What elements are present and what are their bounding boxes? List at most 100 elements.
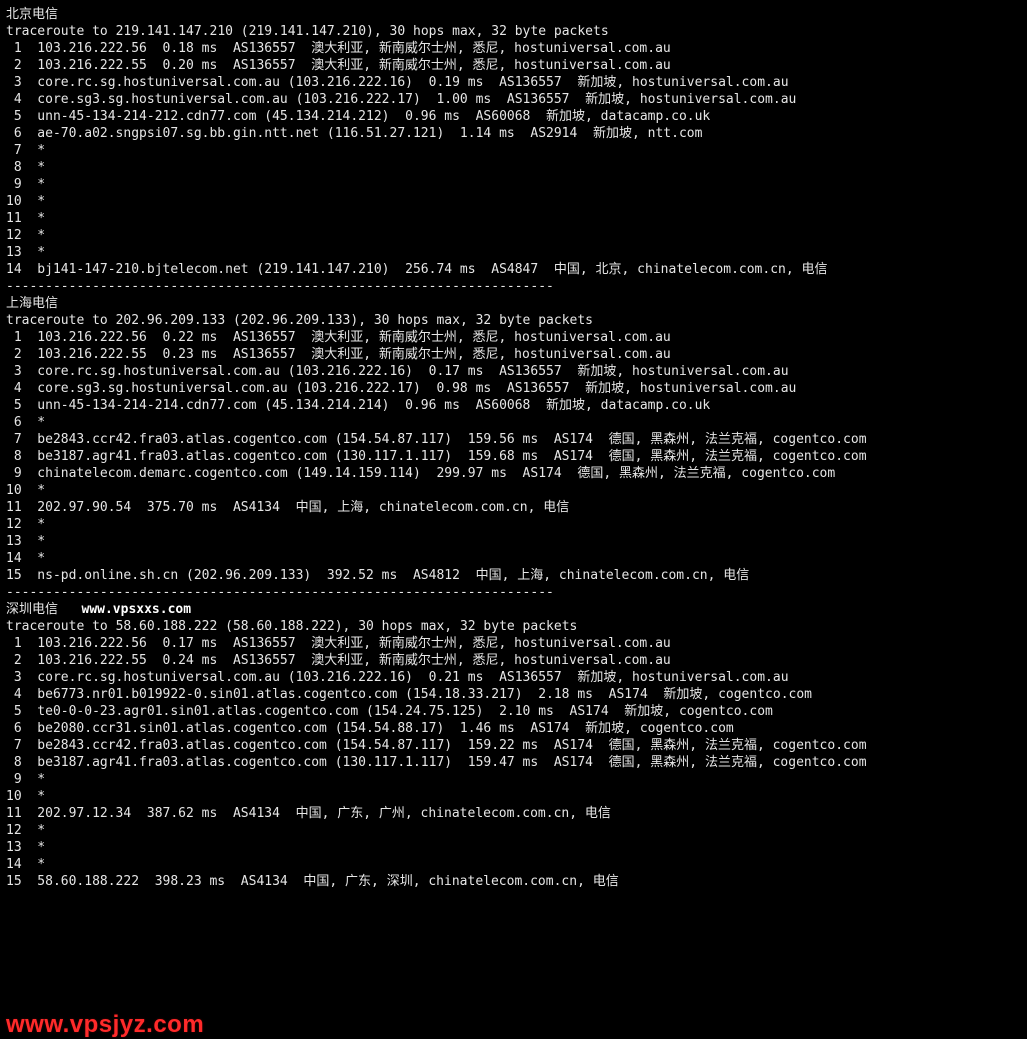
trace-hop: 9 chinatelecom.demarc.cogentco.com (149.… [6, 465, 1021, 482]
hop-body: 202.97.90.54 375.70 ms AS4134 中国, 上海, ch… [22, 500, 570, 515]
trace-hop: 11 * [6, 210, 1021, 227]
hop-body: chinatelecom.demarc.cogentco.com (149.14… [22, 466, 836, 481]
hop-body: be2843.ccr42.fra03.atlas.cogentco.com (1… [22, 738, 867, 753]
hop-number: 12 [6, 227, 22, 244]
hop-number: 5 [6, 703, 22, 720]
hop-number: 4 [6, 380, 22, 397]
hop-body: be6773.nr01.b019922-0.sin01.atlas.cogent… [22, 687, 812, 702]
hop-number: 11 [6, 499, 22, 516]
trace-hop: 7 be2843.ccr42.fra03.atlas.cogentco.com … [6, 737, 1021, 754]
hop-body: te0-0-0-23.agr01.sin01.atlas.cogentco.co… [22, 704, 773, 719]
trace-hop: 1 103.216.222.56 0.17 ms AS136557 澳大利亚, … [6, 635, 1021, 652]
trace-title: 深圳电信 www.vpsxxs.com [6, 601, 1021, 618]
trace-hop: 1 103.216.222.56 0.18 ms AS136557 澳大利亚, … [6, 40, 1021, 57]
hop-number: 10 [6, 482, 22, 499]
trace-hop: 12 * [6, 227, 1021, 244]
hop-body: 103.216.222.55 0.20 ms AS136557 澳大利亚, 新南… [22, 58, 671, 73]
hop-number: 11 [6, 805, 22, 822]
hop-body: 103.216.222.56 0.17 ms AS136557 澳大利亚, 新南… [22, 636, 671, 651]
hop-body: * [22, 534, 45, 549]
trace-hop: 9 * [6, 176, 1021, 193]
hop-number: 15 [6, 567, 22, 584]
hop-number: 14 [6, 550, 22, 567]
hop-number: 14 [6, 261, 22, 278]
hop-body: * [22, 194, 45, 209]
hop-body: * [22, 517, 45, 532]
trace-hop: 4 be6773.nr01.b019922-0.sin01.atlas.coge… [6, 686, 1021, 703]
hop-body: be2080.ccr31.sin01.atlas.cogentco.com (1… [22, 721, 734, 736]
hop-number: 7 [6, 142, 22, 159]
trace-hop: 1 103.216.222.56 0.22 ms AS136557 澳大利亚, … [6, 329, 1021, 346]
trace-hop: 8 * [6, 159, 1021, 176]
hop-body: * [22, 823, 45, 838]
trace-hop: 4 core.sg3.sg.hostuniversal.com.au (103.… [6, 380, 1021, 397]
trace-hop: 12 * [6, 822, 1021, 839]
hop-body: 103.216.222.55 0.24 ms AS136557 澳大利亚, 新南… [22, 653, 671, 668]
trace-hop: 5 unn-45-134-214-212.cdn77.com (45.134.2… [6, 108, 1021, 125]
hop-number: 8 [6, 448, 22, 465]
hop-number: 8 [6, 159, 22, 176]
trace-hop: 5 unn-45-134-214-214.cdn77.com (45.134.2… [6, 397, 1021, 414]
hop-number: 1 [6, 635, 22, 652]
trace-hop: 15 58.60.188.222 398.23 ms AS4134 中国, 广东… [6, 873, 1021, 890]
trace-hop: 7 be2843.ccr42.fra03.atlas.cogentco.com … [6, 431, 1021, 448]
trace-hop: 12 * [6, 516, 1021, 533]
trace-header: traceroute to 219.141.147.210 (219.141.1… [6, 23, 1021, 40]
hop-number: 10 [6, 193, 22, 210]
hop-number: 5 [6, 397, 22, 414]
trace-title-text: 上海电信 [6, 296, 58, 311]
hop-number: 6 [6, 125, 22, 142]
hop-body: ns-pd.online.sh.cn (202.96.209.133) 392.… [22, 568, 750, 583]
hop-body: core.rc.sg.hostuniversal.com.au (103.216… [22, 364, 789, 379]
hop-number: 2 [6, 652, 22, 669]
hop-body: * [22, 143, 45, 158]
hop-number: 10 [6, 788, 22, 805]
hop-number: 2 [6, 57, 22, 74]
hop-body: * [22, 772, 45, 787]
trace-hop: 14 bj141-147-210.bjtelecom.net (219.141.… [6, 261, 1021, 278]
hop-body: core.rc.sg.hostuniversal.com.au (103.216… [22, 75, 789, 90]
separator-line: ----------------------------------------… [6, 278, 1021, 295]
hop-number: 8 [6, 754, 22, 771]
watermark-overlay: www.vpsjyz.com [6, 1016, 204, 1033]
hop-body: ae-70.a02.sngpsi07.sg.bb.gin.ntt.net (11… [22, 126, 703, 141]
hop-body: * [22, 840, 45, 855]
hop-body: 103.216.222.56 0.18 ms AS136557 澳大利亚, 新南… [22, 41, 671, 56]
hop-number: 3 [6, 669, 22, 686]
hop-body: * [22, 177, 45, 192]
hop-number: 3 [6, 74, 22, 91]
hop-number: 5 [6, 108, 22, 125]
hop-number: 7 [6, 737, 22, 754]
trace-title: 北京电信 [6, 6, 1021, 23]
hop-number: 4 [6, 686, 22, 703]
hop-body: core.sg3.sg.hostuniversal.com.au (103.21… [22, 381, 797, 396]
hop-body: unn-45-134-214-212.cdn77.com (45.134.214… [22, 109, 711, 124]
hop-body: core.sg3.sg.hostuniversal.com.au (103.21… [22, 92, 797, 107]
hop-number: 2 [6, 346, 22, 363]
hop-number: 15 [6, 873, 22, 890]
hop-body: bj141-147-210.bjtelecom.net (219.141.147… [22, 262, 828, 277]
trace-title: 上海电信 [6, 295, 1021, 312]
terminal-output: 北京电信traceroute to 219.141.147.210 (219.1… [0, 0, 1027, 902]
hop-number: 4 [6, 91, 22, 108]
hop-body: * [22, 857, 45, 872]
hop-body: 202.97.12.34 387.62 ms AS4134 中国, 广东, 广州… [22, 806, 611, 821]
hop-number: 3 [6, 363, 22, 380]
trace-hop: 3 core.rc.sg.hostuniversal.com.au (103.2… [6, 74, 1021, 91]
hop-number: 9 [6, 465, 22, 482]
hop-number: 12 [6, 822, 22, 839]
hop-number: 6 [6, 720, 22, 737]
trace-hop: 14 * [6, 550, 1021, 567]
trace-hop: 4 core.sg3.sg.hostuniversal.com.au (103.… [6, 91, 1021, 108]
hop-number: 14 [6, 856, 22, 873]
trace-hop: 8 be3187.agr41.fra03.atlas.cogentco.com … [6, 448, 1021, 465]
hop-body: be3187.agr41.fra03.atlas.cogentco.com (1… [22, 449, 867, 464]
hop-number: 12 [6, 516, 22, 533]
trace-hop: 14 * [6, 856, 1021, 873]
trace-title-text: 深圳电信 [6, 602, 58, 617]
trace-hop: 6 be2080.ccr31.sin01.atlas.cogentco.com … [6, 720, 1021, 737]
hop-body: * [22, 228, 45, 243]
trace-hop: 2 103.216.222.55 0.20 ms AS136557 澳大利亚, … [6, 57, 1021, 74]
hop-body: * [22, 160, 45, 175]
hop-body: unn-45-134-214-214.cdn77.com (45.134.214… [22, 398, 711, 413]
